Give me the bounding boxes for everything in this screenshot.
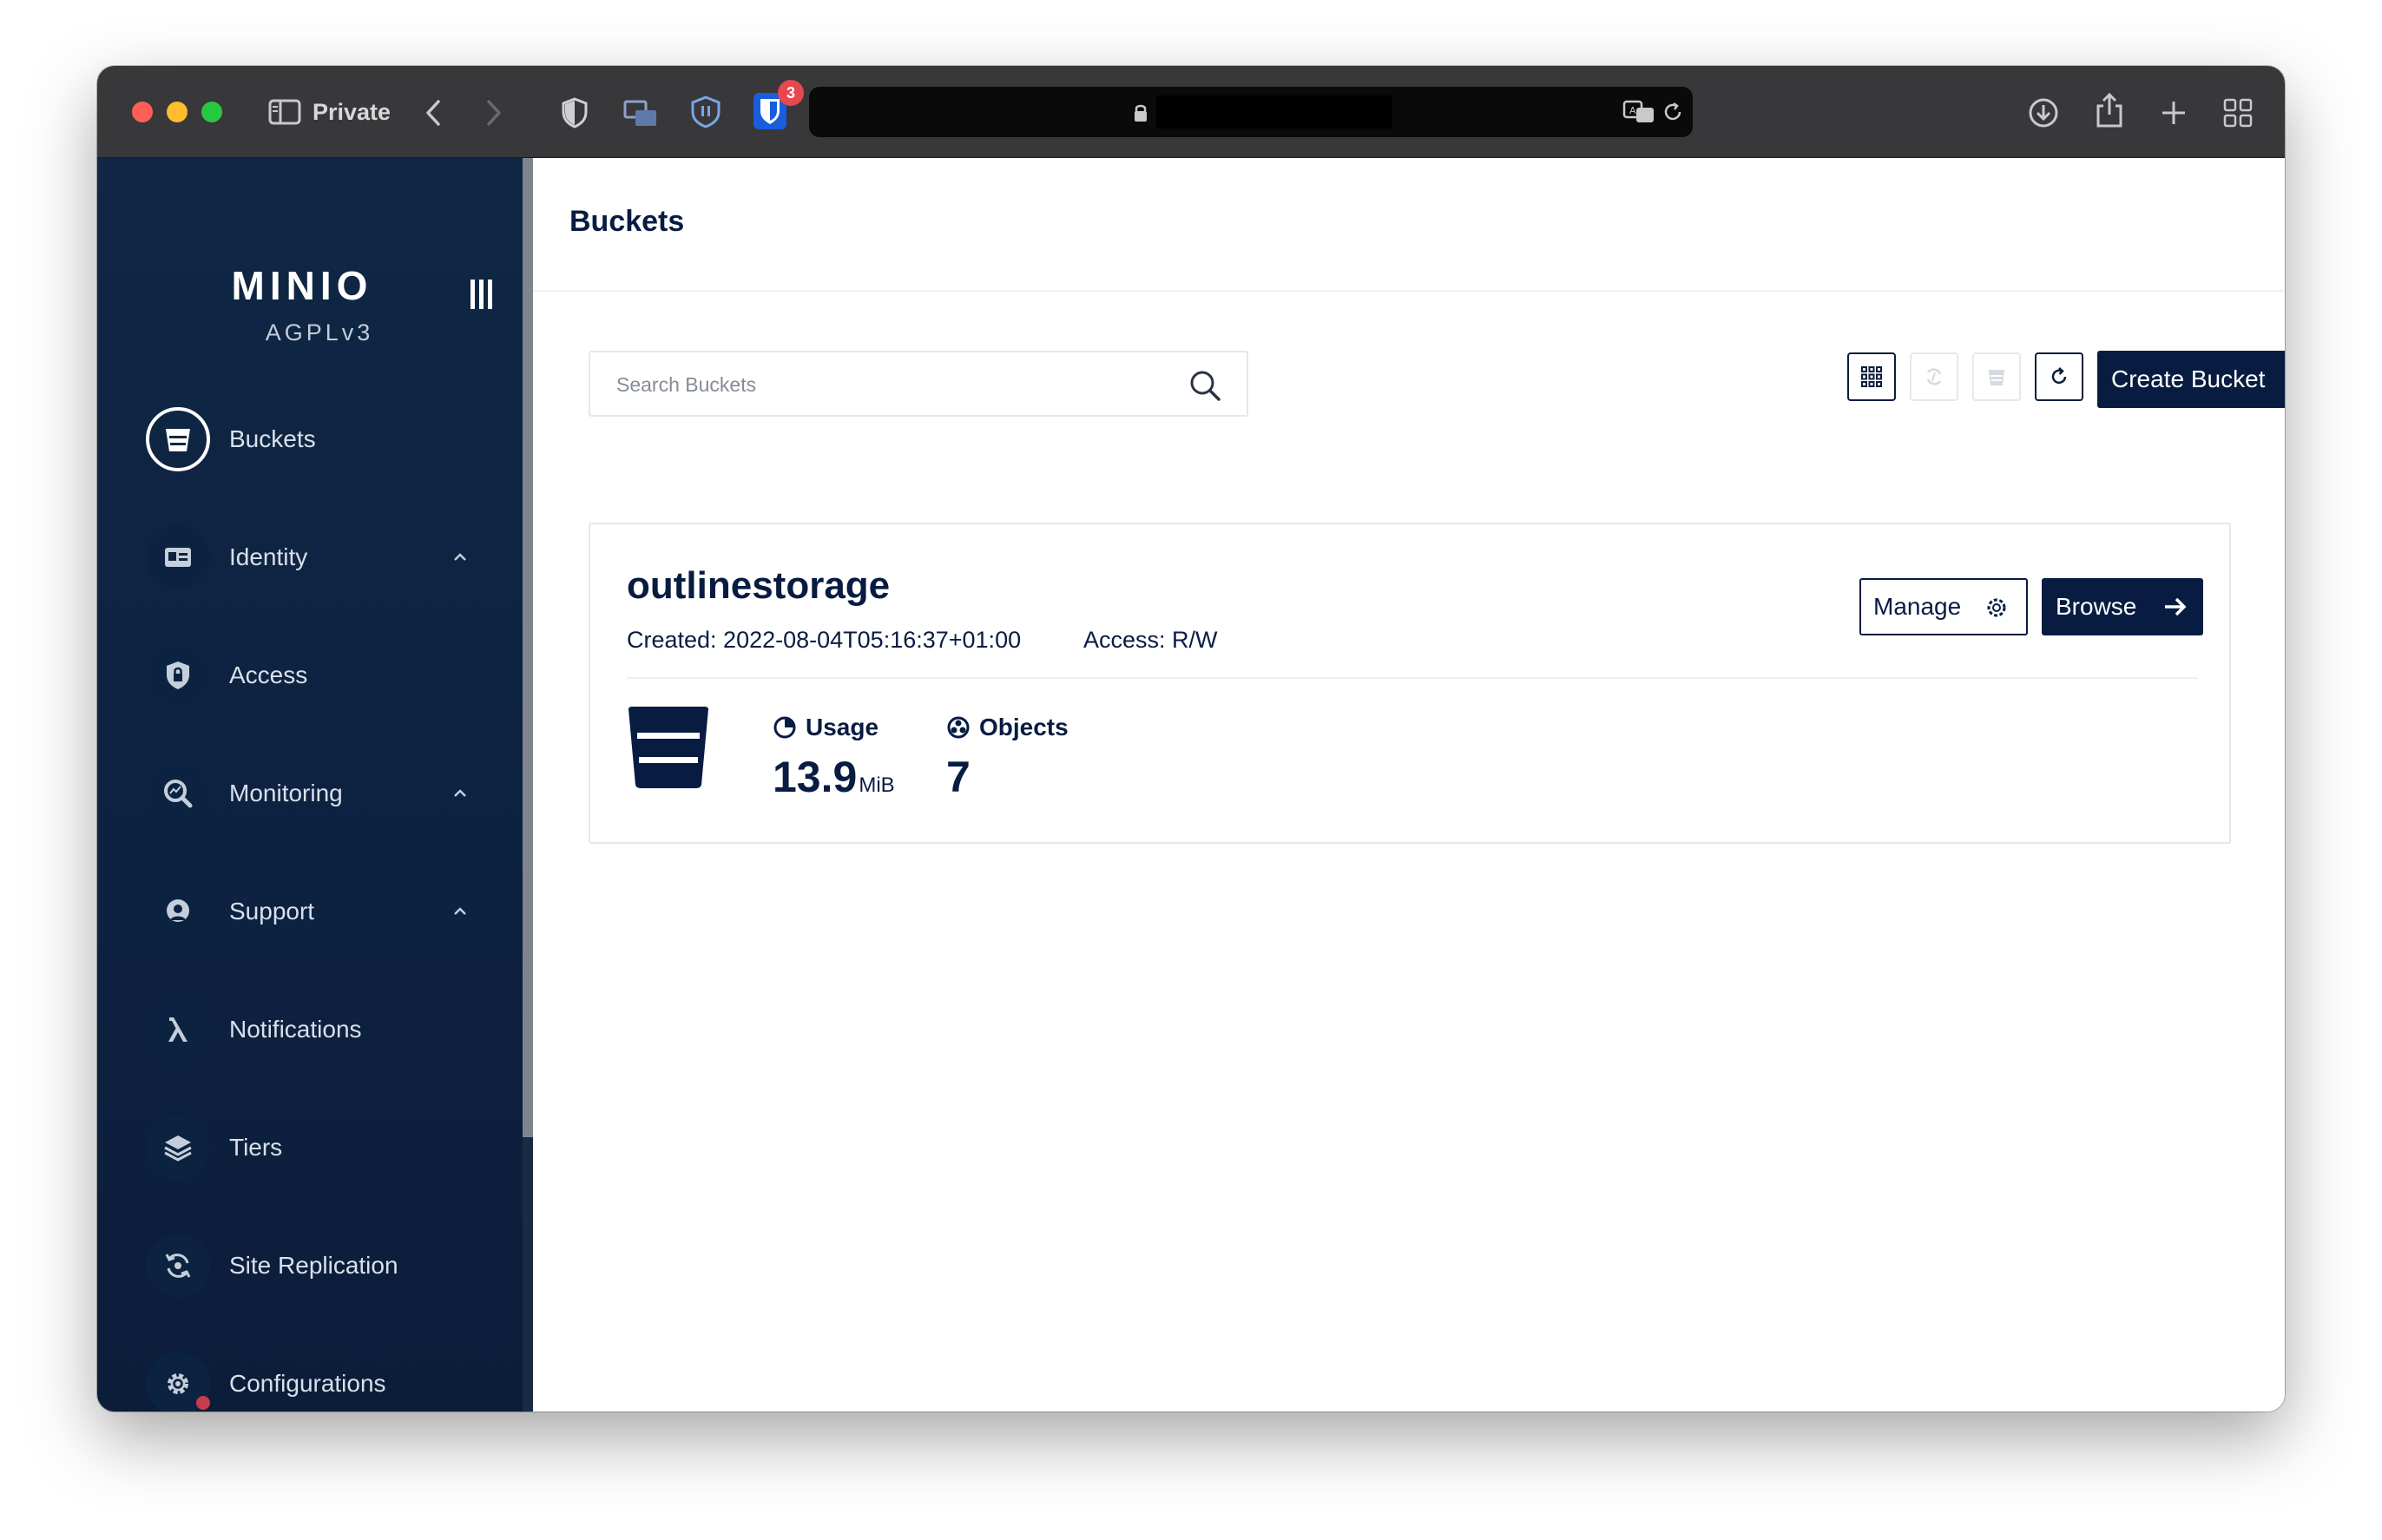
sidebar-item-label: Identity <box>229 543 308 570</box>
sidebar-item-label: Buckets <box>229 425 316 452</box>
reload-icon[interactable] <box>1660 99 1686 125</box>
page-header: Buckets <box>533 158 2285 292</box>
sidebar-toggle-icon[interactable] <box>267 97 302 127</box>
magnifier-chart-icon <box>146 761 210 826</box>
sidebar-item-label: Tiers <box>229 1134 283 1161</box>
objects-label: Objects <box>946 714 1069 741</box>
usage-unit: MiB <box>859 773 895 797</box>
lock-icon <box>1130 101 1151 125</box>
browser-toolbar: Private 3 A <box>97 66 2285 158</box>
grid-icon <box>1861 366 1882 387</box>
id-card-icon <box>146 525 210 589</box>
extension-badge: 3 <box>778 80 804 106</box>
bucket-created: Created: 2022-08-04T05:16:37+01:00 <box>627 627 1022 653</box>
sidebar: MINIO AGPLv3 Buckets Identity Access Mon… <box>97 158 523 1412</box>
sidebar-item-label: Access <box>229 661 308 688</box>
back-icon[interactable] <box>420 95 446 130</box>
search-box[interactable] <box>589 351 1248 417</box>
sidebar-item-identity[interactable]: Identity <box>146 523 493 592</box>
status-dot <box>196 1396 210 1410</box>
sidebar-item-label: Notifications <box>229 1016 362 1043</box>
usage-value: 13.9MiB <box>773 752 895 802</box>
sidebar-item-label: Configurations <box>229 1370 386 1397</box>
sidebar-scrollbar[interactable] <box>523 158 533 1412</box>
browse-label: Browse <box>2056 593 2137 620</box>
private-mode-label: Private <box>313 99 392 125</box>
usage-number: 13.9 <box>773 753 858 801</box>
bucket-access: Access: R/W <box>1083 627 1218 653</box>
bucket-card[interactable]: outlinestorage Created: 2022-08-04T05:16… <box>589 523 2231 844</box>
sidebar-item-tiers[interactable]: Tiers <box>146 1113 493 1182</box>
vpn-shield-icon[interactable] <box>688 94 724 130</box>
close-window-button[interactable] <box>132 102 153 122</box>
bucket-icon <box>628 707 708 788</box>
create-bucket-label: Create Bucket <box>2111 365 2266 392</box>
collapse-sidebar-icon[interactable] <box>469 278 497 313</box>
sidebar-item-support[interactable]: Support <box>146 877 493 946</box>
sidebar-item-buckets[interactable]: Buckets <box>146 405 493 474</box>
usage-label: Usage <box>773 714 878 741</box>
bucket-stack-icon <box>1989 370 2004 385</box>
browse-button[interactable]: Browse <box>2042 578 2203 635</box>
sidebar-item-monitoring[interactable]: Monitoring <box>146 759 493 828</box>
chevron-up-icon[interactable] <box>450 901 470 922</box>
replication-icon <box>146 1234 210 1298</box>
gear-icon <box>1987 598 2006 617</box>
address-bar[interactable]: A <box>809 87 1693 137</box>
search-icon[interactable] <box>1188 368 1222 403</box>
chevron-up-icon[interactable] <box>450 547 470 568</box>
browser-window: Private 3 A MINIO AGPLv3 Buckets Identit… <box>97 66 2285 1412</box>
refresh-icon <box>2051 367 2067 385</box>
share-icon[interactable] <box>2092 90 2127 130</box>
scrollbar-thumb[interactable] <box>523 158 533 1137</box>
sidebar-item-label: Site Replication <box>229 1252 398 1279</box>
minimize-window-button[interactable] <box>167 102 188 122</box>
support-icon <box>146 879 210 944</box>
lock-shield-icon <box>146 643 210 707</box>
lifecycle-button[interactable] <box>1972 352 2021 401</box>
arrow-right-icon <box>2165 597 2187 616</box>
bucket-name[interactable]: outlinestorage <box>627 564 890 608</box>
objects-icon <box>947 716 970 739</box>
layers-icon <box>146 1116 210 1180</box>
tab-overview-icon[interactable] <box>2221 95 2255 130</box>
screens-icon[interactable] <box>622 95 660 130</box>
replicate-icon <box>1926 368 1942 385</box>
manage-button[interactable]: Manage <box>1859 578 2028 635</box>
chevron-up-icon[interactable] <box>450 783 470 804</box>
pie-chart-icon <box>773 716 796 739</box>
minio-logo: MINIO <box>231 263 373 308</box>
replicate-button[interactable] <box>1910 352 1958 401</box>
sidebar-item-access[interactable]: Access <box>146 641 493 710</box>
manage-label: Manage <box>1873 593 1962 620</box>
zoom-window-button[interactable] <box>201 102 222 122</box>
forward-icon[interactable] <box>481 95 507 130</box>
license-label: AGPLv3 <box>265 319 374 346</box>
new-tab-icon[interactable] <box>2156 95 2191 130</box>
divider <box>627 677 2198 679</box>
refresh-button[interactable] <box>2035 352 2083 401</box>
download-icon[interactable] <box>2026 95 2061 130</box>
shield-icon[interactable] <box>557 95 592 130</box>
redacted-url <box>1156 95 1392 128</box>
view-grid-button[interactable] <box>1847 352 1896 401</box>
main-content: Buckets Create Bucket outlinestorage Cre… <box>533 158 2285 1412</box>
bucket-icon <box>146 407 210 471</box>
svg-text:A: A <box>1629 105 1636 116</box>
objects-value: 7 <box>946 753 971 801</box>
page-title: Buckets <box>569 205 685 238</box>
search-input[interactable] <box>616 368 1172 401</box>
translate-icon[interactable]: A <box>1622 99 1656 125</box>
sidebar-item-label: Monitoring <box>229 780 343 806</box>
lambda-icon <box>146 997 210 1062</box>
sidebar-item-label: Support <box>229 898 315 925</box>
sidebar-item-notifications[interactable]: Notifications <box>146 995 493 1064</box>
create-bucket-button[interactable]: Create Bucket <box>2097 351 2285 408</box>
sidebar-item-site-replication[interactable]: Site Replication <box>146 1231 493 1300</box>
